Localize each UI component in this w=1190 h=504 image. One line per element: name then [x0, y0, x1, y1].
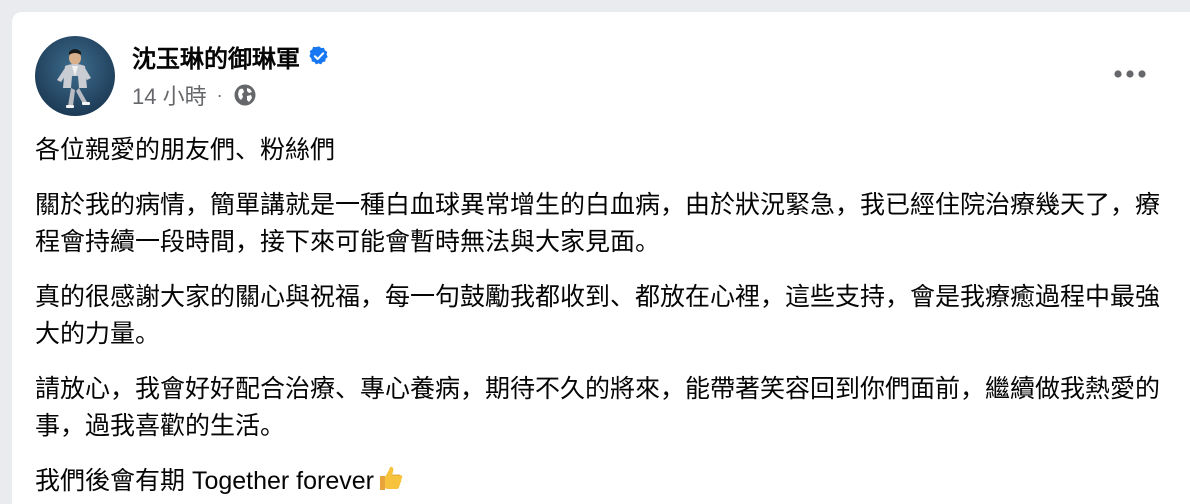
post-paragraph-greeting: 各位親愛的朋友們、粉絲們 [35, 136, 336, 164]
post-paragraph-condition: 關於我的病情，簡單講就是一種白血球異常增生的白血病，由於狀況緊急，我已經住院治療… [35, 191, 1161, 256]
globe-icon[interactable] [233, 83, 257, 107]
post-timestamp[interactable]: 14 小時 [132, 79, 207, 111]
header-name-row: 沈玉琳的御琳軍 [132, 39, 330, 74]
closing-text: 我們後會有期 Together forever [35, 467, 374, 495]
avatar-image [35, 36, 115, 116]
post-meta: 14 小時 · [132, 80, 257, 110]
avatar[interactable] [35, 36, 115, 116]
thumbs-up-emoji [376, 463, 406, 493]
post-body: 各位親愛的朋友們、粉絲們 關於我的病情，簡單講就是一種白血球異常增生的白血病，由… [35, 132, 1165, 504]
meta-separator: · [216, 84, 223, 105]
more-options-icon [1114, 70, 1146, 78]
post-paragraph-reassurance: 請放心，我會好好配合治療、專心養病，期待不久的將來，能帶著笑容回到你們面前，繼續… [35, 375, 1161, 440]
post-paragraph-thanks: 真的很感謝大家的關心與祝福，每一句鼓勵我都收到、都放在心裡，這些支持，會是我療癒… [35, 283, 1161, 348]
page-name[interactable]: 沈玉琳的御琳軍 [132, 39, 300, 74]
more-options-button[interactable] [1108, 56, 1152, 92]
verified-badge-icon [308, 45, 330, 67]
post-paragraph-closing: 我們後會有期 Together forever [35, 463, 1165, 500]
facebook-post-card: 沈玉琳的御琳軍 14 小時 · 各位親愛的朋友們、粉絲們 關於我的病情，簡單講就… [12, 12, 1190, 504]
